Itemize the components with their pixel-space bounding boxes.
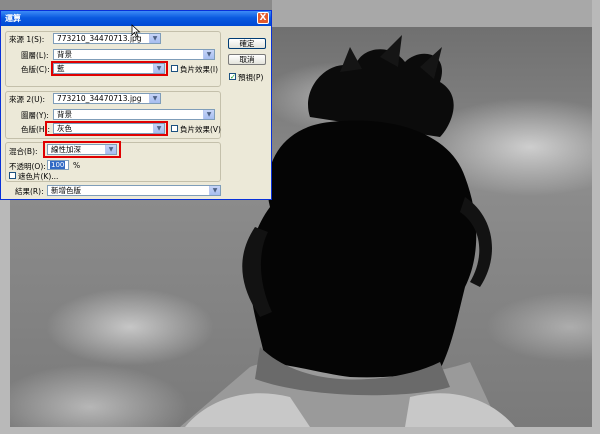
result-select[interactable]: 新增色版 ▼ xyxy=(47,185,221,196)
highlight-box xyxy=(45,121,168,136)
opacity-unit: % xyxy=(73,161,81,170)
source2-invert-label: 負片效果(V) xyxy=(180,125,221,134)
app-top-edge xyxy=(272,0,592,27)
calculations-dialog: 運算 X 來源 1(S): 773210_34470713.jpg ▼ 圖層(L… xyxy=(0,10,272,200)
app-left-edge xyxy=(0,200,10,427)
source2-invert-checkbox[interactable] xyxy=(171,125,178,132)
dialog-title: 運算 xyxy=(5,14,21,23)
chevron-down-icon: ▼ xyxy=(203,50,214,59)
chevron-down-icon: ▼ xyxy=(203,110,214,119)
opacity-input[interactable]: 100 xyxy=(47,160,69,170)
result-label: 結果(R): xyxy=(15,187,44,196)
source1-channel-label: 色版(C): xyxy=(21,65,50,74)
mouse-cursor-icon xyxy=(131,24,141,38)
mask-label: 遮色片(K)... xyxy=(18,172,59,181)
chevron-down-icon: ▼ xyxy=(209,186,220,195)
source1-file-select[interactable]: 773210_34470713.jpg ▼ xyxy=(53,33,161,44)
app-bottom-edge xyxy=(0,427,600,434)
source1-label: 來源 1(S): xyxy=(9,35,45,44)
close-button[interactable]: X xyxy=(257,12,269,24)
ok-button[interactable]: 確定 xyxy=(228,38,266,49)
source1-layer-label: 圖層(L): xyxy=(21,51,49,60)
preview-label: 預視(P) xyxy=(238,73,264,82)
source2-label: 來源 2(U): xyxy=(9,95,46,104)
chevron-down-icon: ▼ xyxy=(149,34,160,43)
source1-invert-label: 負片效果(I) xyxy=(180,65,219,74)
source2-layer-select[interactable]: 背景 ▼ xyxy=(53,109,215,120)
highlight-box xyxy=(51,61,168,76)
highlight-box xyxy=(43,141,121,158)
checkmark-icon: ✓ xyxy=(230,73,236,81)
close-icon: X xyxy=(259,13,267,23)
chevron-down-icon: ▼ xyxy=(149,94,160,103)
source2-file-select[interactable]: 773210_34470713.jpg ▼ xyxy=(53,93,161,104)
source1-invert-checkbox[interactable] xyxy=(171,65,178,72)
blending-label: 混合(B): xyxy=(9,147,38,156)
source2-layer-label: 圖層(Y): xyxy=(21,111,49,120)
cancel-button[interactable]: 取消 xyxy=(228,54,266,65)
preview-checkbox[interactable]: ✓ xyxy=(229,73,236,81)
app-right-edge xyxy=(592,0,600,434)
source1-layer-select[interactable]: 背景 ▼ xyxy=(53,49,215,60)
mask-checkbox[interactable] xyxy=(9,172,16,179)
